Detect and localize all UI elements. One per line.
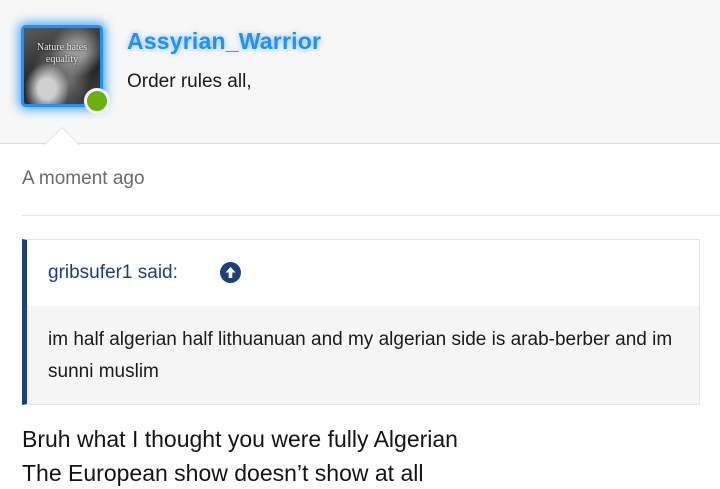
post-body-line: The European show doesn’t show at all	[22, 460, 424, 486]
post-page: Nature hates equality Assyrian_Warrior O…	[0, 0, 720, 489]
avatar[interactable]: Nature hates equality	[21, 25, 110, 114]
divider	[22, 215, 720, 216]
post-body-line: Bruh what I thought you were fully Alger…	[22, 426, 458, 452]
header-pointer	[44, 127, 80, 145]
quote-header: gribsufer1 said:	[27, 240, 699, 306]
post-body: Bruh what I thought you were fully Alger…	[22, 422, 458, 489]
username-link[interactable]: Assyrian_Warrior	[127, 28, 321, 55]
quote-block: gribsufer1 said: im half algerian half l…	[22, 239, 700, 405]
post-timestamp[interactable]: A moment ago	[22, 168, 145, 190]
online-status-indicator	[84, 88, 110, 114]
quote-author-link[interactable]: gribsufer1 said:	[48, 262, 178, 284]
quote-text: im half algerian half lithuanuan and my …	[48, 329, 673, 382]
user-title: Order rules all,	[127, 71, 252, 92]
post-author-header: Nature hates equality Assyrian_Warrior O…	[0, 0, 720, 144]
arrow-up-circle-icon[interactable]	[220, 262, 241, 283]
avatar-caption: Nature hates equality	[36, 42, 88, 65]
